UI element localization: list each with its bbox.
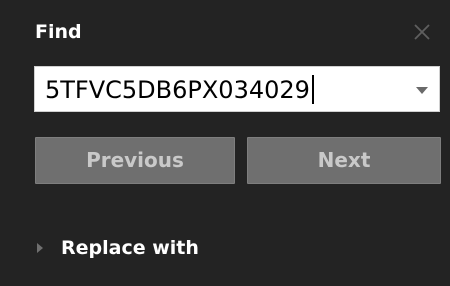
chevron-down-icon[interactable]: [403, 67, 441, 113]
text-caret: [311, 74, 314, 104]
find-input[interactable]: 5TFVC5DB6PX034029: [34, 66, 440, 112]
panel-title: Find: [35, 21, 82, 43]
replace-with-toggle[interactable]: Replace with: [35, 234, 199, 262]
find-input-value: 5TFVC5DB6PX034029: [45, 67, 314, 113]
find-input-text: 5TFVC5DB6PX034029: [45, 76, 310, 104]
close-icon[interactable]: [412, 22, 432, 42]
replace-with-label: Replace with: [61, 237, 199, 259]
caret-right-icon: [35, 234, 53, 262]
previous-button[interactable]: Previous: [35, 137, 235, 184]
next-button[interactable]: Next: [247, 137, 441, 184]
find-panel: Find 5TFVC5DB6PX034029 Previous Next Rep…: [0, 0, 450, 286]
